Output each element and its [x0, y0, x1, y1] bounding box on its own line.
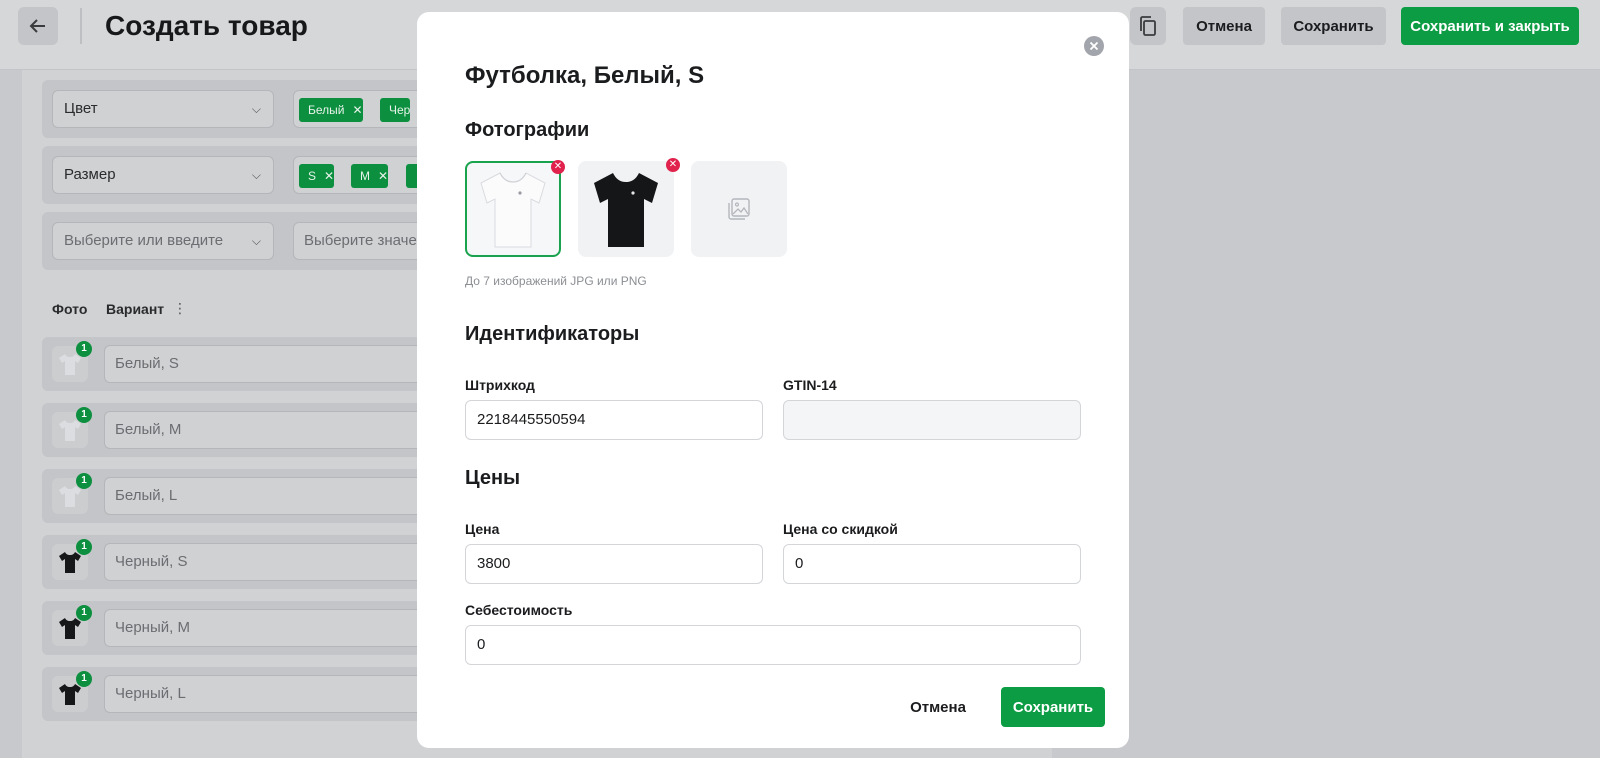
column-header-photo: Фото [52, 301, 88, 317]
copy-icon [1140, 16, 1156, 36]
save-and-close-button[interactable]: Сохранить и закрыть [1401, 7, 1579, 45]
option-row-new: Выберите или введите ⌵ Выберите значе [42, 212, 453, 270]
page-title: Создать товар [105, 10, 308, 41]
variant-name-input[interactable]: Белый, S [104, 345, 442, 383]
header-cancel-button[interactable]: Отмена [1183, 7, 1265, 45]
close-icon[interactable]: ✕ [378, 169, 388, 183]
modal-title: Футболка, Белый, S [465, 62, 705, 89]
price-input[interactable]: 3800 [465, 544, 763, 584]
price-label: Цена [465, 521, 500, 537]
option-row-size: Размер ⌵ S ✕ M ✕ [42, 146, 453, 204]
modal-cancel-button[interactable]: Отмена [893, 687, 983, 727]
discount-price-input[interactable]: 0 [783, 544, 1081, 584]
column-header-variant: Вариант [106, 301, 165, 317]
close-icon [1089, 41, 1099, 51]
modal-save-button[interactable]: Сохранить [1001, 687, 1105, 727]
barcode-label: Штрихкод [465, 377, 535, 393]
table-row: 1 Белый, L [42, 469, 442, 523]
chevron-down-icon: ⌵ [251, 234, 261, 248]
variant-name-input[interactable]: Черный, M [104, 609, 442, 647]
value-chip[interactable]: S ✕ [299, 164, 335, 188]
barcode-input[interactable]: 2218445550594 [465, 400, 763, 440]
image-placeholder-icon [728, 198, 750, 220]
cost-input[interactable]: 0 [465, 625, 1081, 665]
variant-name-input[interactable]: Белый, M [104, 411, 442, 449]
arrow-left-icon [29, 19, 45, 33]
divider [80, 8, 82, 44]
chevron-down-icon: ⌵ [251, 102, 261, 116]
gtin-input[interactable] [783, 400, 1081, 440]
cost-label: Себестоимость [465, 602, 573, 618]
image-count-badge: 1 [76, 671, 92, 687]
remove-photo-icon[interactable]: ✕ [551, 160, 565, 174]
section-title-prices: Цены [465, 467, 521, 489]
tshirt-white-image [480, 172, 546, 248]
option-name-label: Размер [64, 166, 116, 183]
variant-name-input[interactable]: Черный, L [104, 675, 442, 713]
image-count-badge: 1 [76, 341, 92, 357]
photo-tile[interactable]: ✕ [578, 158, 680, 257]
back-button[interactable] [18, 7, 58, 45]
photo-tile[interactable]: ✕ [465, 160, 565, 257]
image-count-badge: 1 [76, 407, 92, 423]
option-name-label: Цвет [64, 100, 98, 117]
image-count-badge: 1 [76, 605, 92, 621]
add-photo-button[interactable] [691, 161, 787, 257]
chip-label: Чер [389, 103, 411, 117]
table-row: 1 Белый, M [42, 403, 442, 457]
image-count-badge: 1 [76, 539, 92, 555]
remove-photo-icon[interactable]: ✕ [666, 158, 680, 172]
table-row: 1 Черный, L [42, 667, 442, 721]
more-vertical-icon[interactable]: ⋮ [173, 300, 187, 317]
value-chip[interactable]: Белый ✕ [299, 98, 363, 122]
chip-label: S [308, 169, 317, 183]
duplicate-button[interactable] [1130, 7, 1166, 45]
variant-edit-modal: Футболка, Белый, S Фотографии ✕ ✕ До 7 и… [417, 12, 1129, 748]
section-title-identifiers: Идентификаторы [465, 323, 640, 345]
image-count-badge: 1 [76, 473, 92, 489]
close-icon[interactable]: ✕ [324, 169, 334, 183]
modal-close-button[interactable] [1084, 36, 1104, 56]
section-title-photos: Фотографии [465, 119, 590, 141]
close-icon[interactable]: ✕ [352, 103, 362, 117]
header-save-button[interactable]: Сохранить [1281, 7, 1386, 45]
table-row: 1 Черный, M [42, 601, 442, 655]
discount-price-label: Цена со скидкой [783, 521, 898, 537]
photos-hint: До 7 изображений JPG или PNG [465, 274, 647, 288]
option-name-select[interactable]: Размер ⌵ [52, 156, 274, 194]
table-row: 1 Белый, S [42, 337, 442, 391]
option-name-placeholder: Выберите или введите [64, 232, 224, 249]
chip-label: M [360, 169, 370, 183]
value-chip[interactable]: M ✕ [351, 164, 389, 188]
chip-label: Белый [308, 103, 345, 117]
variant-name-input[interactable]: Черный, S [104, 543, 442, 581]
option-row-color: Цвет ⌵ Белый ✕ Чер [42, 80, 453, 138]
table-row: 1 Черный, S [42, 535, 442, 589]
chevron-down-icon: ⌵ [251, 168, 261, 182]
tshirt-black-image [594, 173, 658, 247]
variant-name-input[interactable]: Белый, L [104, 477, 442, 515]
option-name-select[interactable]: Выберите или введите ⌵ [52, 222, 274, 260]
value-chip[interactable]: Чер [380, 98, 411, 122]
gtin-label: GTIN-14 [783, 377, 837, 393]
option-name-select[interactable]: Цвет ⌵ [52, 90, 274, 128]
